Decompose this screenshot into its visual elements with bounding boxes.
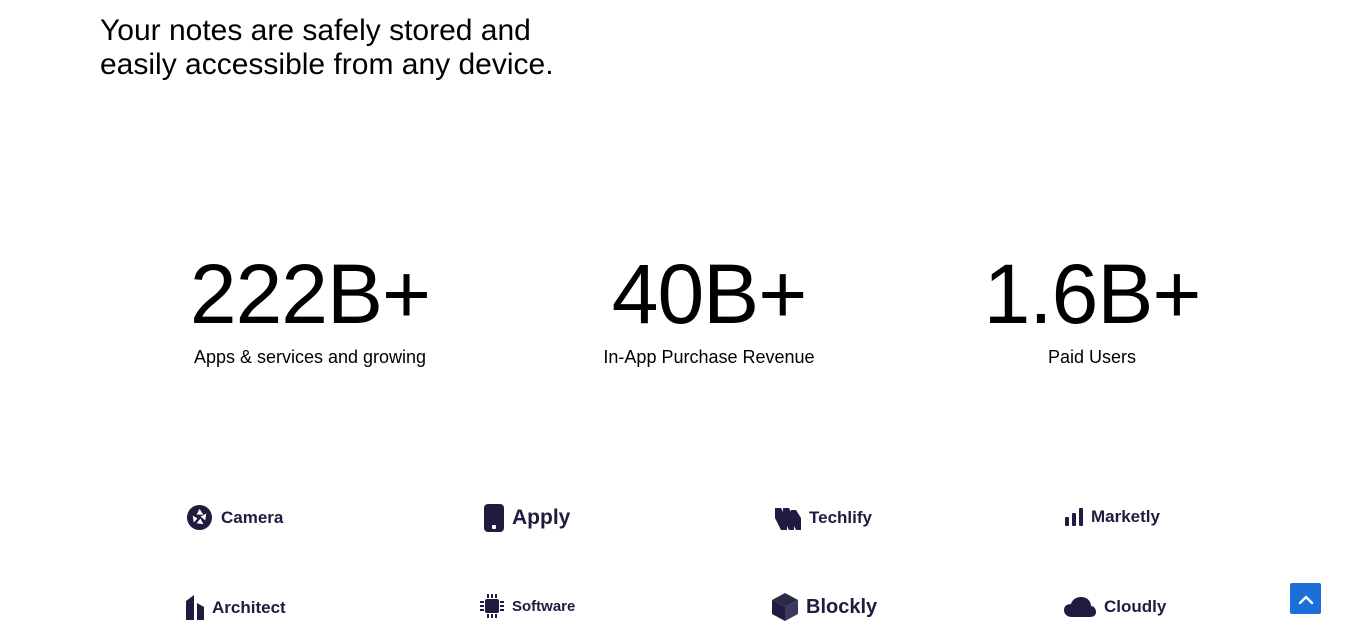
logo-label: Techlify [809, 508, 872, 527]
bar-chart-icon [1065, 508, 1083, 526]
stat-label: Paid Users [1047, 347, 1137, 367]
cloud-icon [1064, 597, 1096, 617]
page: Your notes are safely stored and easily … [0, 0, 1349, 634]
logo-label: Blockly [806, 595, 878, 618]
logo-label: Architect [212, 597, 286, 617]
logo-techlify: Techlify [775, 506, 872, 530]
scroll-to-top-button[interactable] [1290, 583, 1321, 614]
hero-line-2: easily accessible from any device. [100, 48, 554, 81]
logo-architect: Architect [186, 595, 286, 620]
stat-label: In-App Purchase Revenue [603, 347, 815, 367]
building-icon [186, 595, 204, 620]
stat-value: 222B+ [189, 247, 431, 341]
logo-cloudly: Cloudly [1064, 597, 1166, 617]
logo-label: Cloudly [1104, 597, 1167, 616]
hero-heading: Your notes are safely stored and easily … [100, 14, 620, 82]
stat-value: 1.6B+ [983, 247, 1202, 341]
stat-value: 40B+ [611, 247, 808, 341]
camera-aperture-icon [186, 504, 213, 531]
cube-icon [772, 593, 798, 621]
techlify-stripes-icon [775, 508, 801, 530]
stat-label: Apps & services and growing [193, 347, 427, 367]
chevron-up-icon [1298, 595, 1313, 604]
phone-icon [484, 504, 504, 532]
logo-blockly: Blockly [772, 593, 877, 621]
stat-paid-users: 1.6B+ Paid Users [942, 248, 1242, 368]
stat-revenue: 40B+ In-App Purchase Revenue [559, 248, 859, 368]
logo-software: Software [480, 594, 575, 618]
logo-camera: Camera [186, 504, 283, 531]
chip-icon [480, 594, 504, 618]
logo-apply: Apply [484, 504, 570, 532]
hero-line-1: Your notes are safely stored and [100, 14, 531, 47]
stat-apps: 222B+ Apps & services and growing [160, 248, 460, 368]
logo-label: Apply [512, 506, 571, 529]
logo-label: Camera [221, 507, 284, 527]
logo-marketly: Marketly [1065, 507, 1160, 527]
logo-label: Marketly [1091, 507, 1160, 526]
logo-label: Software [512, 597, 576, 615]
